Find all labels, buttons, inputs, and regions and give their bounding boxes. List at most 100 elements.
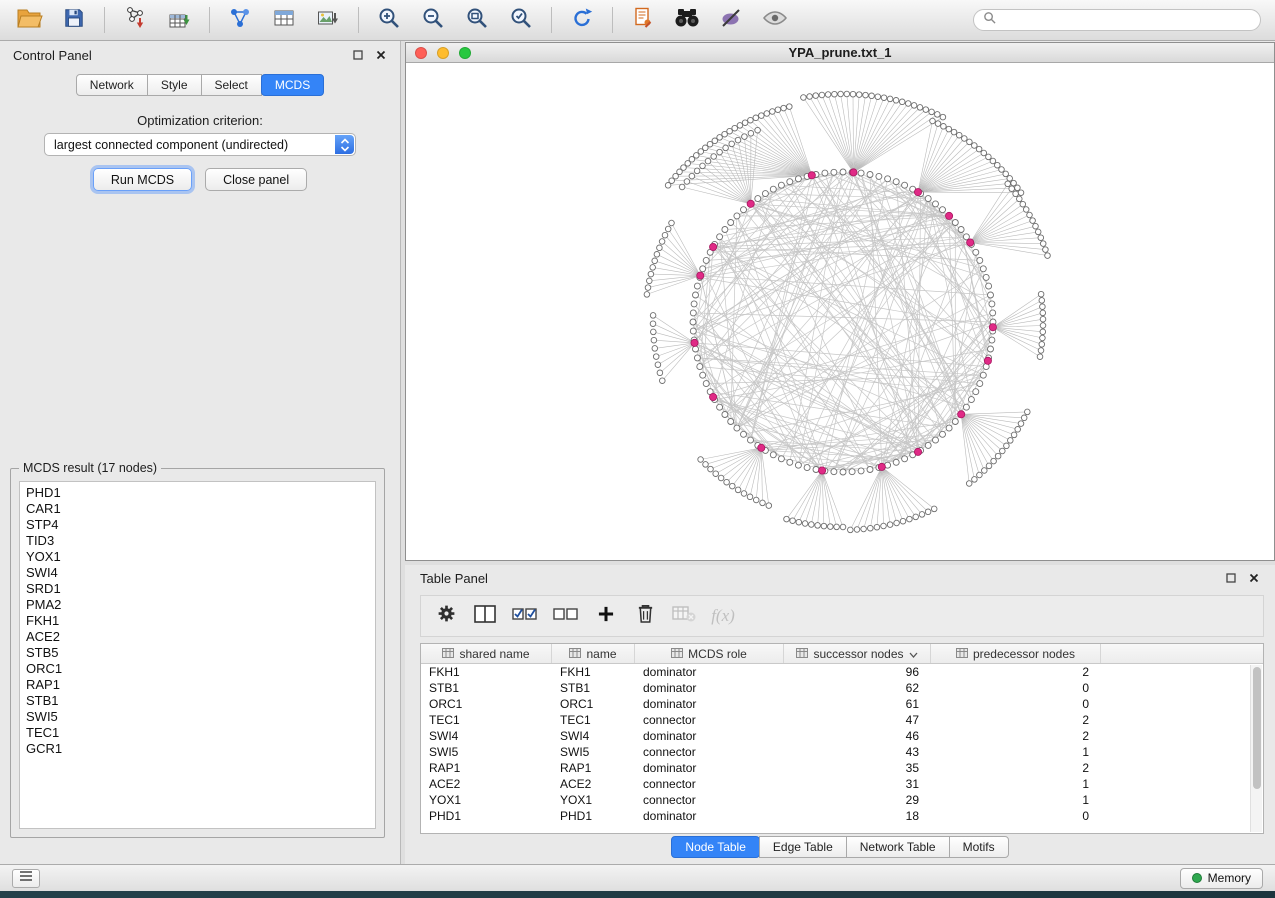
split-columns-icon xyxy=(474,604,496,629)
mcds-result-item[interactable]: PHD1 xyxy=(26,485,369,501)
mcds-result-item[interactable]: PMA2 xyxy=(26,597,369,613)
copy-style-button[interactable] xyxy=(623,3,663,37)
float-panel-icon[interactable] xyxy=(352,49,364,61)
criterion-dropdown[interactable]: largest connected component (undirected) xyxy=(44,133,356,156)
tab-mcds[interactable]: MCDS xyxy=(261,74,324,96)
table-row[interactable]: FKH1FKH1dominator962 xyxy=(421,664,1263,680)
memory-label: Memory xyxy=(1208,871,1251,885)
deselect-all-rows-button[interactable] xyxy=(553,603,579,629)
search-input[interactable] xyxy=(1002,13,1251,27)
network-window-titlebar[interactable]: YPA_prune.txt_1 xyxy=(406,43,1274,63)
table-cell: FKH1 xyxy=(421,665,552,679)
run-mcds-button[interactable]: Run MCDS xyxy=(93,168,192,191)
table-row[interactable]: SWI5SWI5connector431 xyxy=(421,744,1263,760)
select-all-rows-button[interactable] xyxy=(512,603,538,629)
show-graphics-button[interactable] xyxy=(755,3,795,37)
mcds-result-item[interactable]: SWI5 xyxy=(26,709,369,725)
column-header-successor-nodes[interactable]: successor nodes xyxy=(784,644,931,663)
mcds-result-item[interactable]: STB1 xyxy=(26,693,369,709)
delete-column-button[interactable] xyxy=(633,603,657,629)
mcds-result-item[interactable]: YOX1 xyxy=(26,549,369,565)
mcds-result-item[interactable]: SRD1 xyxy=(26,581,369,597)
table-body: FKH1FKH1dominator962STB1STB1dominator620… xyxy=(421,664,1263,824)
table-row[interactable]: YOX1YOX1connector291 xyxy=(421,792,1263,808)
mcds-result-item[interactable]: ORC1 xyxy=(26,661,369,677)
table-row[interactable]: SWI4SWI4dominator462 xyxy=(421,728,1263,744)
function-builder-button[interactable]: f(x) xyxy=(711,603,735,629)
mcds-result-item[interactable]: STP4 xyxy=(26,517,369,533)
table-row[interactable]: TEC1TEC1connector472 xyxy=(421,712,1263,728)
close-panel-button[interactable]: Close panel xyxy=(205,168,307,191)
close-panel-icon[interactable] xyxy=(375,49,387,61)
memory-button[interactable]: Memory xyxy=(1180,868,1263,889)
toolbar-separator xyxy=(358,7,359,33)
mcds-result-item[interactable]: SWI4 xyxy=(26,565,369,581)
minimize-window-button[interactable] xyxy=(437,47,449,59)
binoculars-button[interactable] xyxy=(667,3,707,37)
table-cell: 46 xyxy=(784,729,931,743)
table-scrollbar[interactable] xyxy=(1250,665,1262,832)
new-table-button[interactable] xyxy=(264,3,304,37)
tab-style[interactable]: Style xyxy=(147,74,202,96)
table-cell: YOX1 xyxy=(552,793,635,807)
column-header-MCDS-role[interactable]: MCDS role xyxy=(635,644,784,663)
table-cell: 0 xyxy=(931,809,1101,823)
split-columns-button[interactable] xyxy=(473,603,497,629)
export-image-button[interactable] xyxy=(308,3,348,37)
mcds-result-item[interactable]: GCR1 xyxy=(26,741,369,757)
table-row[interactable]: RAP1RAP1dominator352 xyxy=(421,760,1263,776)
mcds-result-item[interactable]: STB5 xyxy=(26,645,369,661)
hide-graphics-button[interactable] xyxy=(711,3,751,37)
mcds-result-item[interactable]: TID3 xyxy=(26,533,369,549)
table-cell: 2 xyxy=(931,713,1101,727)
close-panel-icon[interactable] xyxy=(1248,572,1260,584)
tab-edge-table[interactable]: Edge Table xyxy=(759,836,847,858)
column-header-predecessor-nodes[interactable]: predecessor nodes xyxy=(931,644,1101,663)
table-cell: 1 xyxy=(931,793,1101,807)
table-row[interactable]: ORC1ORC1dominator610 xyxy=(421,696,1263,712)
tab-select[interactable]: Select xyxy=(201,74,262,96)
refresh-view-button[interactable] xyxy=(562,3,602,37)
network-canvas[interactable] xyxy=(406,64,1274,560)
table-cell: 2 xyxy=(931,729,1101,743)
tab-network-table[interactable]: Network Table xyxy=(846,836,950,858)
new-network-button[interactable] xyxy=(220,3,260,37)
zoom-out-button[interactable] xyxy=(413,3,453,37)
dropdown-stepper-icon xyxy=(335,135,354,154)
mcds-result-item[interactable]: ACE2 xyxy=(26,629,369,645)
table-cell: connector xyxy=(635,777,784,791)
table-row[interactable]: ACE2ACE2connector311 xyxy=(421,776,1263,792)
delete-table-button[interactable] xyxy=(672,603,696,629)
zoom-selected-button[interactable] xyxy=(501,3,541,37)
gear-icon xyxy=(436,603,457,629)
zoom-in-icon xyxy=(377,6,401,35)
scrollbar-thumb[interactable] xyxy=(1253,667,1261,789)
table-cell: 35 xyxy=(784,761,931,775)
table-row[interactable]: STB1STB1dominator620 xyxy=(421,680,1263,696)
import-network-button[interactable] xyxy=(115,3,155,37)
save-session-button[interactable] xyxy=(54,3,94,37)
float-panel-icon[interactable] xyxy=(1225,572,1237,584)
zoom-fit-button[interactable] xyxy=(457,3,497,37)
mcds-result-item[interactable]: FKH1 xyxy=(26,613,369,629)
close-window-button[interactable] xyxy=(415,47,427,59)
mcds-result-item[interactable]: TEC1 xyxy=(26,725,369,741)
network-graph[interactable] xyxy=(406,64,1273,560)
column-header-name[interactable]: name xyxy=(552,644,635,663)
tab-node-table[interactable]: Node Table xyxy=(671,836,760,858)
table-cell: PHD1 xyxy=(421,809,552,823)
zoom-in-button[interactable] xyxy=(369,3,409,37)
import-table-button[interactable] xyxy=(159,3,199,37)
show-panel-list-button[interactable] xyxy=(12,869,40,888)
mcds-result-item[interactable]: RAP1 xyxy=(26,677,369,693)
column-header-shared-name[interactable]: shared name xyxy=(421,644,552,663)
tab-network[interactable]: Network xyxy=(76,74,148,96)
table-settings-button[interactable] xyxy=(434,603,458,629)
add-column-button[interactable] xyxy=(594,603,618,629)
table-row[interactable]: PHD1PHD1dominator180 xyxy=(421,808,1263,824)
tab-motifs[interactable]: Motifs xyxy=(949,836,1009,858)
maximize-window-button[interactable] xyxy=(459,47,471,59)
open-session-button[interactable] xyxy=(10,3,50,37)
attribute-grid-icon xyxy=(671,647,683,661)
mcds-result-item[interactable]: CAR1 xyxy=(26,501,369,517)
